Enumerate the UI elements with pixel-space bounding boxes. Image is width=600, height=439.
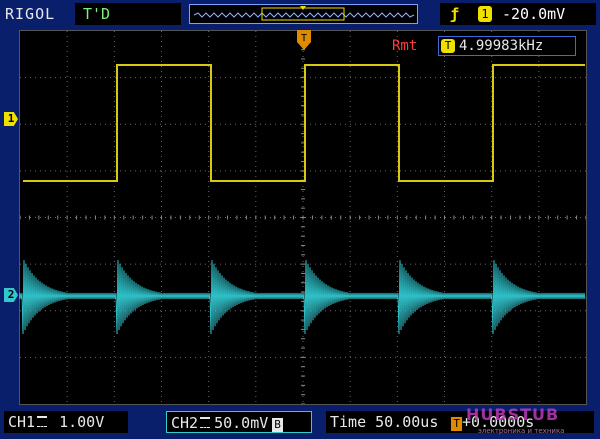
- trigger-level: -20.0mV: [502, 5, 566, 23]
- ch2-scale-readout[interactable]: CH2 50.0mV B: [166, 411, 312, 433]
- ch1-label: CH1: [8, 413, 36, 431]
- brand-label: RIGOL: [5, 5, 56, 23]
- ch1-scale: 1.00V: [59, 413, 105, 431]
- time-offset-icon: T: [451, 417, 463, 431]
- trigger-status[interactable]: ƒ 1 -20.0mV: [440, 3, 596, 25]
- ch2-label: CH2: [171, 414, 199, 432]
- memory-window-indicator[interactable]: [189, 4, 418, 24]
- ch2-scale: 50.0mV: [214, 414, 269, 432]
- watermark-subtext: электроника и техника: [478, 427, 565, 435]
- rising-edge-icon: ƒ: [450, 5, 460, 23]
- ch1-scale-readout[interactable]: CH1 1.00V: [4, 411, 128, 433]
- ch1-square-wave: [23, 64, 585, 182]
- memory-waveform-overview-icon: [193, 6, 415, 21]
- time-scale: 50.00us: [375, 413, 439, 431]
- watermark-logo: HUBSTUB: [466, 405, 560, 424]
- dc-coupling-icon: [200, 417, 211, 428]
- top-status-bar: RIGOL T'D ƒ 1 -20.0mV: [0, 0, 600, 30]
- trigger-source-badge: 1: [478, 6, 492, 22]
- waveform-traces: [19, 64, 586, 335]
- bandwidth-limit-badge: B: [272, 418, 283, 432]
- dc-coupling-icon: [37, 416, 48, 427]
- time-label: Time: [330, 413, 367, 431]
- acquisition-mode[interactable]: T'D: [75, 3, 181, 25]
- ch2-trace: [19, 260, 586, 335]
- ch2-ringing-wave: [19, 260, 586, 335]
